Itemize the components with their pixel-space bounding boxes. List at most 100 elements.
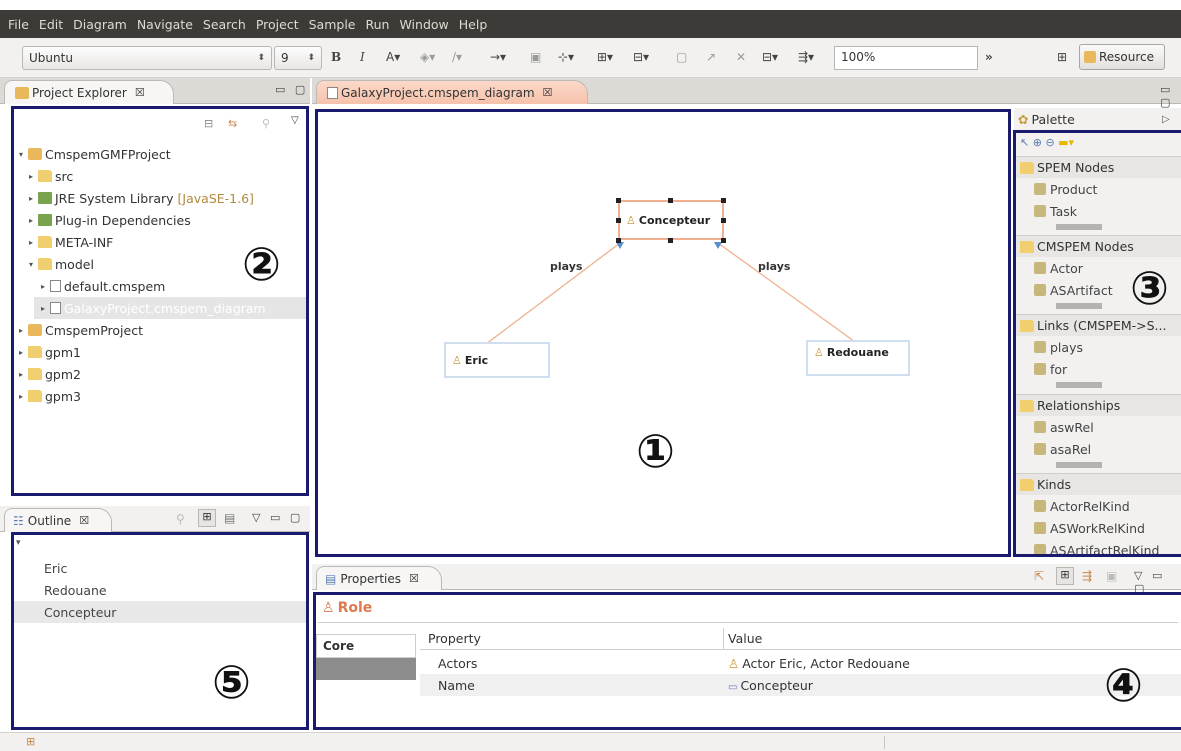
tab-diagram-editor[interactable]: GalaxyProject.cmspem_diagram ☒ [316, 80, 588, 104]
tab-project-explorer[interactable]: Project Explorer ☒ [4, 80, 174, 104]
palette-item-asartifact[interactable]: ASArtifact [1034, 279, 1113, 301]
column-header[interactable]: Value [728, 631, 762, 646]
palette-item-aswrel[interactable]: aswRel [1034, 416, 1094, 438]
tree-item[interactable]: ▸ Plug-in Dependencies [26, 209, 191, 231]
line-style-icon[interactable]: →▾ [490, 50, 506, 64]
tree-item[interactable]: ▸ gpm3 [16, 385, 81, 407]
tree-item-selected[interactable]: ▸ GalaxyProject.cmspem_diagram [34, 297, 306, 319]
size-icon[interactable]: ⊟▾ [762, 50, 778, 64]
property-value[interactable]: ▭ Concepteur [728, 678, 813, 693]
arrange-icon[interactable]: ⊞▾ [597, 50, 613, 64]
select-tool-icon[interactable]: ↖ [1020, 136, 1029, 149]
expand-icon[interactable]: ▸ [16, 348, 26, 357]
copy-format-icon[interactable]: ▣ [530, 50, 541, 64]
more-items-indicator[interactable] [1056, 224, 1102, 230]
restore-default-icon[interactable]: ▣ [1106, 569, 1117, 583]
expand-icon[interactable]: ▸ [26, 216, 36, 225]
menu-sample[interactable]: Sample [309, 17, 356, 32]
align-icon[interactable]: ⊟▾ [633, 50, 649, 64]
line-color-icon[interactable]: ∕▾ [452, 50, 462, 64]
select-all-icon[interactable]: ⊹▾ [558, 50, 574, 64]
palette-group-spem-nodes[interactable]: SPEM Nodes [1016, 156, 1181, 178]
edge-label-left[interactable]: plays [550, 260, 582, 273]
menu-diagram[interactable]: Diagram [73, 17, 127, 32]
close-icon[interactable]: ☒ [135, 86, 145, 99]
tab-hidden[interactable] [316, 658, 416, 680]
palette-group-links[interactable]: Links (CMSPEM->S... [1016, 314, 1181, 336]
close-icon[interactable]: ☒ [409, 572, 419, 585]
selection-handle[interactable] [721, 218, 726, 223]
expand-icon[interactable]: ▾ [16, 150, 26, 159]
palette-item-asartifactrelkind[interactable]: ASArtifactRelKind [1034, 539, 1159, 554]
route-icon[interactable]: ↗ [706, 50, 716, 64]
tree-item[interactable]: ▸ gpm1 [16, 341, 81, 363]
node-eric[interactable]: ♙ Eric [444, 342, 550, 378]
palette-group-relationships[interactable]: Relationships [1016, 394, 1181, 416]
expand-icon[interactable]: ▸ [26, 172, 36, 181]
expand-icon[interactable]: ▾ [26, 260, 36, 269]
palette-item-actorrelkind[interactable]: ActorRelKind [1034, 495, 1130, 517]
palette-item-actor[interactable]: Actor [1034, 257, 1083, 279]
tree-item[interactable]: ▸ CmspemProject [16, 319, 143, 341]
palette-toggle-icon[interactable]: ▷ [1162, 114, 1170, 125]
font-family-select[interactable]: Ubuntu ⬍ [22, 46, 272, 70]
selection-handle[interactable] [616, 238, 621, 243]
minimize-maximize-icon[interactable]: ▭ ▢ [275, 83, 308, 96]
selection-handle[interactable] [668, 238, 673, 243]
diagram-canvas[interactable]: plays plays ♙ Concepteur ♙ Eric ♙ Redoua… [318, 112, 1008, 554]
selection-handle[interactable] [721, 238, 726, 243]
menu-help[interactable]: Help [459, 17, 488, 32]
menu-search[interactable]: Search [203, 17, 246, 32]
more-items-indicator[interactable] [1056, 382, 1102, 388]
menu-project[interactable]: Project [256, 17, 299, 32]
outline-item-eric[interactable]: Eric [44, 561, 67, 576]
menu-navigate[interactable]: Navigate [137, 17, 193, 32]
tree-item[interactable]: ▸ default.cmspem [38, 275, 165, 297]
edge-plays-left[interactable] [485, 242, 621, 345]
palette-item-product[interactable]: Product [1034, 178, 1097, 200]
expand-icon[interactable]: ▸ [16, 326, 26, 335]
link-editor-icon[interactable]: ⇆ [228, 117, 237, 130]
tab-properties[interactable]: ▤ Properties ☒ [316, 566, 442, 590]
edge-plays-right[interactable] [717, 242, 859, 345]
overview-icon[interactable]: ▤ [224, 511, 235, 525]
view-menu-icon[interactable]: ▽ ▭ ▢ [252, 511, 303, 524]
close-icon[interactable]: ☒ [543, 86, 553, 99]
palette-group-cmspem-nodes[interactable]: CMSPEM Nodes [1016, 235, 1181, 257]
filter-icon[interactable]: ⚲ [262, 117, 270, 130]
palette-item-task[interactable]: Task [1034, 200, 1077, 222]
view-menu-icon[interactable]: ▽ [291, 115, 299, 126]
expand-icon[interactable]: ▸ [26, 194, 36, 203]
toolbar-overflow-button[interactable]: » [985, 50, 993, 64]
expand-icon[interactable]: ▸ [16, 370, 26, 379]
tree-item[interactable]: ▸ gpm2 [16, 363, 81, 385]
outline-item-concepteur[interactable]: Concepteur [44, 605, 116, 620]
tree-item[interactable]: ▸ JRE System Library [JavaSE-1.6] [26, 187, 254, 209]
zoom-field[interactable]: 100% [834, 46, 978, 70]
close-icon[interactable]: ☒ [79, 514, 89, 527]
minimize-maximize-icon[interactable]: ▭ ▢ [1160, 83, 1181, 109]
font-size-select[interactable]: 9 ⬍ [274, 46, 322, 70]
edge-label-right[interactable]: plays [758, 260, 790, 273]
expand-icon[interactable]: ▸ [26, 238, 36, 247]
expand-icon[interactable]: ▸ [16, 392, 26, 401]
resource-perspective-button[interactable]: Resource [1079, 44, 1165, 70]
palette-group-kinds[interactable]: Kinds [1016, 473, 1181, 495]
tree-view-icon[interactable]: ⊞ [198, 509, 216, 527]
open-perspective-icon[interactable]: ⊞ [1057, 50, 1067, 64]
italic-button[interactable]: I [360, 50, 365, 64]
tree-item[interactable]: ▾ model [26, 253, 94, 275]
filter-icon[interactable]: ⚲ [176, 512, 185, 526]
font-color-icon[interactable]: A▾ [386, 50, 400, 64]
menu-run[interactable]: Run [366, 17, 390, 32]
note-tool-icon[interactable]: ▬▾ [1058, 136, 1074, 149]
node-redouane[interactable]: ♙ Redouane [806, 340, 910, 376]
advanced-icon[interactable]: ⇶ [1082, 569, 1092, 583]
palette-item-asarel[interactable]: asaRel [1034, 438, 1091, 460]
node-concepteur[interactable]: ♙ Concepteur [618, 200, 724, 240]
more-items-indicator[interactable] [1056, 303, 1102, 309]
menu-edit[interactable]: Edit [39, 17, 63, 32]
categories-icon[interactable]: ⊞ [1056, 567, 1074, 585]
zoom-out-tool-icon[interactable]: ⊖ [1045, 136, 1054, 149]
delete-icon[interactable]: ✕ [736, 50, 746, 64]
